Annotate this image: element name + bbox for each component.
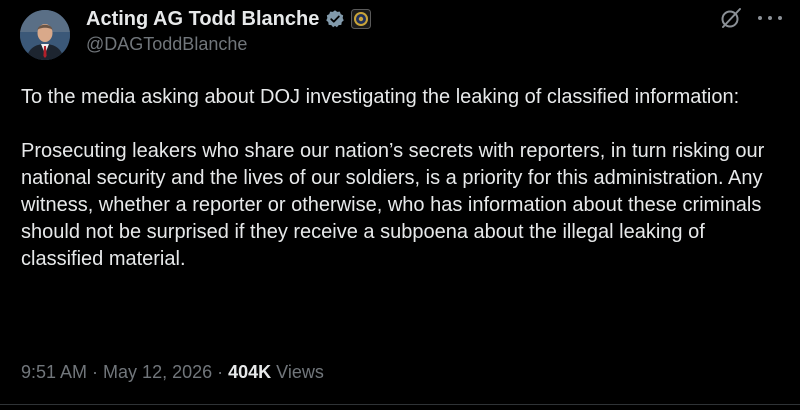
grok-icon[interactable] (719, 6, 743, 30)
author-display-name[interactable]: Acting AG Todd Blanche (86, 8, 319, 31)
views-count[interactable]: 404K (228, 362, 271, 382)
verified-badge-icon[interactable] (325, 9, 345, 29)
more-dot (778, 16, 782, 20)
views-label: Views (276, 362, 324, 382)
post-card: Acting AG Todd Blanche @DAGToddBlanche T… (0, 0, 800, 410)
post-text: To the media asking about DOJ investigat… (21, 84, 786, 273)
avatar[interactable] (20, 10, 70, 60)
post-paragraph-1: To the media asking about DOJ investigat… (21, 86, 740, 108)
post-date[interactable]: May 12, 2026 (103, 362, 212, 382)
author-handle[interactable]: @DAGToddBlanche (86, 34, 247, 55)
more-options-icon[interactable] (758, 10, 782, 26)
post-meta: 9:51 AM · May 12, 2026 · 404K Views (21, 362, 324, 383)
author-name-row: Acting AG Todd Blanche (86, 6, 372, 32)
meta-separator: · (212, 362, 229, 382)
post-time[interactable]: 9:51 AM (21, 362, 87, 382)
post-paragraph-2: Prosecuting leakers who share our nation… (21, 140, 765, 270)
more-dot (758, 16, 762, 20)
divider (0, 404, 800, 405)
doj-seal-icon[interactable] (351, 9, 372, 29)
meta-separator: · (87, 362, 104, 382)
more-dot (768, 16, 772, 20)
